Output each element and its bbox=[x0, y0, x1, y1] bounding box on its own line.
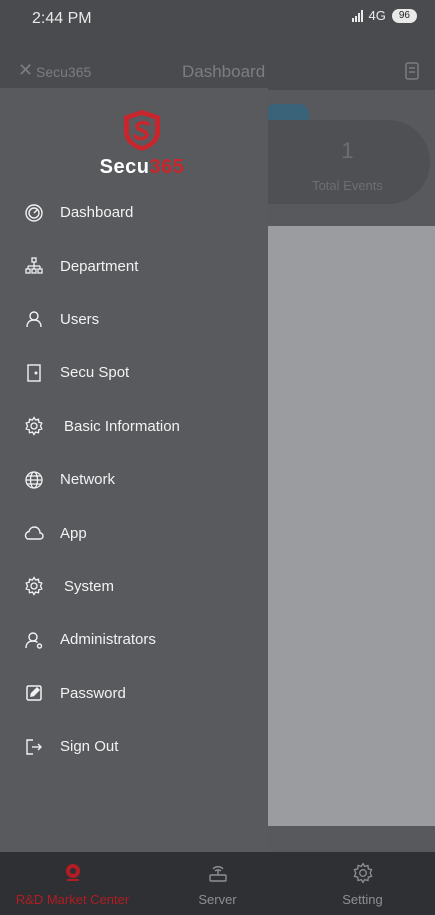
nav-label: Setting bbox=[342, 892, 383, 907]
brand-name: Secu365 bbox=[92, 156, 192, 179]
menu-item-app[interactable]: App bbox=[0, 506, 268, 559]
page-title: Dashboard bbox=[182, 62, 266, 81]
app-name: Secu365 bbox=[36, 64, 92, 80]
location-pin-icon bbox=[62, 862, 84, 884]
globe-icon bbox=[24, 470, 44, 490]
door-icon bbox=[24, 363, 44, 383]
brand-logo: Secu365 bbox=[92, 108, 192, 179]
menu-item-sign-out[interactable]: Sign Out bbox=[0, 720, 268, 773]
gear-icon bbox=[352, 862, 374, 884]
total-events-count: 1 bbox=[341, 138, 354, 163]
menu-item-system[interactable]: System bbox=[0, 560, 268, 613]
menu-label: Sign Out bbox=[60, 738, 119, 756]
gear-icon bbox=[24, 416, 44, 437]
admin-user-icon bbox=[24, 630, 44, 650]
user-icon bbox=[24, 309, 44, 329]
nav-tab-market-center[interactable]: R&D Market Center bbox=[0, 852, 145, 915]
menu-label: Network bbox=[60, 471, 116, 489]
gauge-icon bbox=[24, 203, 44, 223]
nav-tab-setting[interactable]: Setting bbox=[290, 852, 435, 915]
router-icon bbox=[207, 862, 229, 884]
bottom-nav: R&D Market Center Server Setting bbox=[0, 852, 435, 915]
drawer-menu: Dashboard Department Users Secu Spot Bas… bbox=[0, 186, 268, 773]
menu-item-dashboard[interactable]: Dashboard bbox=[0, 186, 268, 239]
menu-label: Users bbox=[60, 310, 100, 328]
nav-tab-server[interactable]: Server bbox=[145, 852, 290, 915]
org-chart-icon bbox=[24, 256, 44, 276]
menu-label: Department bbox=[60, 257, 139, 275]
menu-label: Password bbox=[60, 684, 126, 702]
total-events-card[interactable]: 1 Total Events bbox=[265, 120, 430, 204]
menu-label: Basic Information bbox=[64, 417, 180, 435]
shield-logo-icon bbox=[124, 110, 160, 151]
nav-label: Server bbox=[198, 892, 237, 907]
menu-item-administrators[interactable]: Administrators bbox=[0, 613, 268, 666]
menu-item-users[interactable]: Users bbox=[0, 293, 268, 346]
gear-icon bbox=[24, 576, 44, 597]
edit-icon bbox=[24, 683, 44, 703]
menu-label: System bbox=[64, 577, 115, 595]
brand-name-365: 365 bbox=[149, 156, 185, 178]
cloud-icon bbox=[24, 523, 44, 543]
signal-icon bbox=[351, 9, 363, 22]
sign-out-icon bbox=[24, 737, 44, 757]
menu-label: Dashboard bbox=[60, 204, 134, 222]
menu-item-secu-spot[interactable]: Secu Spot bbox=[0, 346, 268, 399]
screen: 2:44 PM 4G 96 ✕ Secu365 Dashboard 1 Tota… bbox=[0, 0, 435, 915]
menu-item-password[interactable]: Password bbox=[0, 667, 268, 720]
menu-item-network[interactable]: Network bbox=[0, 453, 268, 506]
menu-item-department[interactable]: Department bbox=[0, 239, 268, 292]
menu-label: Secu Spot bbox=[60, 364, 130, 382]
total-events-label: Total Events bbox=[312, 178, 383, 193]
app-header: ✕ Secu365 Dashboard bbox=[0, 52, 435, 92]
content-panel bbox=[265, 226, 435, 826]
brand-name-secu: Secu bbox=[99, 156, 150, 178]
menu-label: Administrators bbox=[60, 631, 156, 649]
menu-item-basic-information[interactable]: Basic Information bbox=[0, 400, 268, 453]
battery-icon: 96 bbox=[391, 8, 417, 23]
document-icon[interactable] bbox=[405, 62, 421, 80]
status-time: 2:44 PM bbox=[32, 10, 92, 27]
menu-label: App bbox=[60, 524, 87, 542]
close-icon[interactable]: ✕ bbox=[18, 60, 33, 81]
status-indicators: 4G 96 bbox=[351, 8, 417, 23]
nav-label: R&D Market Center bbox=[15, 892, 130, 907]
status-bar: 2:44 PM 4G 96 bbox=[0, 0, 435, 36]
navigation-drawer: Secu365 Dashboard Department Users Secu … bbox=[0, 88, 268, 852]
network-type: 4G bbox=[368, 8, 386, 23]
